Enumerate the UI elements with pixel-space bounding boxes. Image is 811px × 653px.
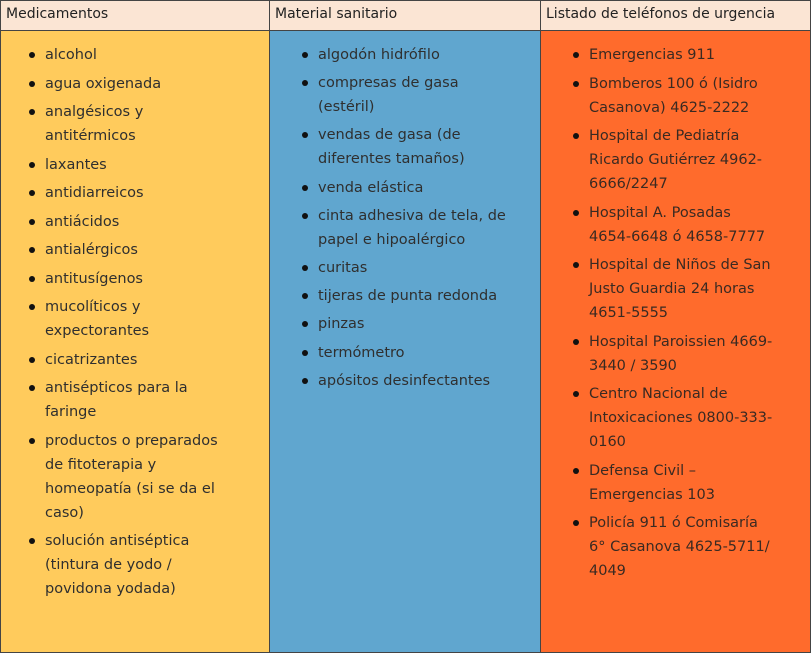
header-medicamentos: Medicamentos <box>1 1 270 30</box>
list-item: Hospital Paroissien 4669-3440 / 3590 <box>573 330 774 378</box>
list-item: algodón hidrófilo <box>302 43 508 67</box>
list-item: Hospital A. Posadas 4654-6648 ó 4658-777… <box>573 201 774 249</box>
list-item: solución antiséptica (tintura de yodo / … <box>29 529 235 601</box>
list-item: Emergencias 911 <box>573 43 774 67</box>
list-item: vendas de gasa (de diferentes tamaños) <box>302 123 508 171</box>
list-item: Bomberos 100 ó (Isidro Casanova) 4625-22… <box>573 72 774 120</box>
list-item: Policía 911 ó Comisaría 6° Casanova 4625… <box>573 511 774 583</box>
list-item: apósitos desinfectantes <box>302 369 508 393</box>
list-item: laxantes <box>29 153 235 177</box>
header-telefonos: Listado de teléfonos de urgencia <box>546 6 776 22</box>
material-sanitario-list: algodón hidrófilo compresas de gasa (est… <box>270 43 508 393</box>
list-item: curitas <box>302 256 508 280</box>
first-aid-table: Medicamentos Material sanitario Listado … <box>0 0 811 653</box>
list-item: Hospital de Niños de San Justo Guardia 2… <box>573 253 774 325</box>
table-body-row: alcohol agua oxigenada analgésicos y ant… <box>1 31 810 652</box>
list-item: antisépticos para la faringe <box>29 376 235 424</box>
list-item: venda elástica <box>302 176 508 200</box>
table-header-row: Medicamentos Material sanitario Listado … <box>1 1 810 31</box>
telefonos-cell: Emergencias 911 Bomberos 100 ó (Isidro C… <box>541 31 810 652</box>
telefonos-list: Emergencias 911 Bomberos 100 ó (Isidro C… <box>541 43 774 583</box>
list-item: pinzas <box>302 312 508 336</box>
material-sanitario-cell: algodón hidrófilo compresas de gasa (est… <box>270 31 541 652</box>
list-item: analgésicos y antitérmicos <box>29 100 235 148</box>
medicamentos-list: alcohol agua oxigenada analgésicos y ant… <box>1 43 235 601</box>
medicamentos-cell: alcohol agua oxigenada analgésicos y ant… <box>1 31 270 652</box>
list-item: agua oxigenada <box>29 72 235 96</box>
header-material-sanitario: Material sanitario <box>270 1 541 30</box>
list-item: mucolíticos y expectorantes <box>29 295 235 343</box>
list-item: productos o preparados de fitoterapia y … <box>29 429 235 525</box>
list-item: Centro Nacional de Intoxicaciones 0800-3… <box>573 382 774 454</box>
list-item: Defensa Civil – Emergencias 103 <box>573 459 774 507</box>
list-item: antitusígenos <box>29 267 235 291</box>
list-item: antidiarreicos <box>29 181 235 205</box>
list-item: alcohol <box>29 43 235 67</box>
list-item: antialérgicos <box>29 238 235 262</box>
list-item: antiácidos <box>29 210 235 234</box>
list-item: tijeras de punta redonda <box>302 284 508 308</box>
list-item: Hospital de Pediatría Ricardo Gutiérrez … <box>573 124 774 196</box>
list-item: cinta adhesiva de tela, de papel e hipoa… <box>302 204 508 252</box>
list-item: compresas de gasa (estéril) <box>302 71 508 119</box>
list-item: termómetro <box>302 341 508 365</box>
list-item: cicatrizantes <box>29 348 235 372</box>
